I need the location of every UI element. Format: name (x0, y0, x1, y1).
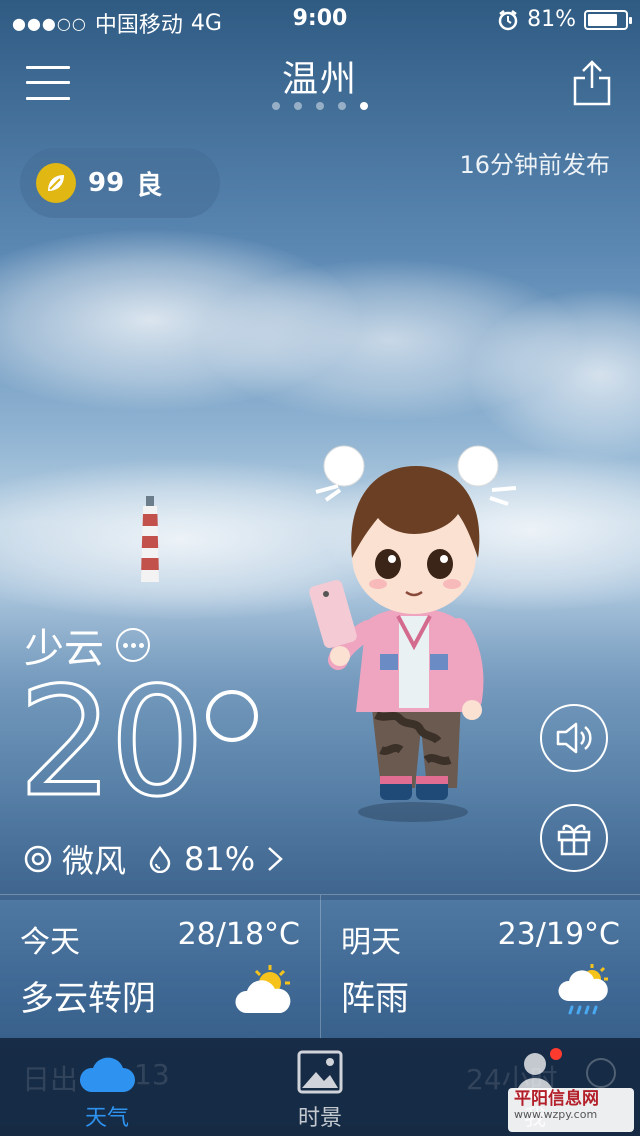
gift-icon (557, 824, 591, 856)
cloud-icon (79, 1057, 135, 1092)
aqi-level: 良 (136, 170, 163, 201)
aqi-value: 99 (88, 168, 125, 198)
temperature-value: 20 (17, 656, 207, 830)
lighthouse-illustration (141, 496, 159, 582)
forecast-panel: 今天 28/18°C 多云转阴 明天 23/19°C 阵雨 (0, 894, 640, 1039)
forecast-temp-range: 23/19°C (497, 917, 620, 952)
watermark-name: 平阳信息网 (514, 1089, 599, 1109)
forecast-day: 明天 (341, 925, 401, 960)
page-dot[interactable] (360, 102, 368, 110)
mascot-illustration (309, 445, 517, 822)
wind-icon (24, 845, 52, 873)
share-button[interactable] (572, 58, 612, 108)
watermark-logo: 平阳信息网 www.wzpy.com (508, 1088, 634, 1132)
page-indicator[interactable] (0, 102, 640, 110)
status-bar: ●●●○○ 中国移动 4G 9:00 81% (0, 0, 640, 40)
chevron-right-icon (268, 847, 283, 871)
tab-label: 时景 (297, 1106, 342, 1131)
city-title[interactable]: 温州 (0, 50, 640, 102)
degree-symbol (206, 690, 258, 742)
watermark-url: www.wzpy.com (514, 1107, 598, 1121)
tab-label: 天气 (84, 1106, 129, 1131)
weather-screen: ●●●○○ 中国移动 4G 9:00 81% 温州 16分钟前发布 99 良 少… (0, 0, 640, 1136)
gift-button[interactable] (540, 804, 608, 872)
temperature: 20 (17, 667, 207, 820)
page-dot[interactable] (272, 102, 280, 110)
tab-weather[interactable]: 天气 (52, 1038, 162, 1136)
humidity-icon (149, 845, 171, 873)
publish-time: 16分钟前发布 (459, 151, 610, 179)
forecast-description: 阵雨 (341, 979, 409, 1019)
page-dot[interactable] (316, 102, 324, 110)
partly-cloudy-icon (235, 965, 291, 1013)
battery-fill (588, 13, 618, 26)
tab-scenery[interactable]: 时景 (265, 1038, 375, 1136)
forecast-today[interactable]: 今天 28/18°C 多云转阴 (0, 895, 320, 1039)
page-dot[interactable] (338, 102, 346, 110)
wind-humidity-row[interactable]: 微风 81% (24, 836, 285, 882)
air-quality-badge[interactable]: 99 良 (20, 148, 220, 218)
forecast-tomorrow[interactable]: 明天 23/19°C 阵雨 (320, 895, 640, 1039)
voice-broadcast-button[interactable] (540, 704, 608, 772)
battery-icon (584, 9, 632, 30)
battery-percent: 81% (527, 7, 576, 32)
leaf-icon (36, 163, 76, 203)
humidity-text: 81% (184, 840, 256, 878)
forecast-description: 多云转阴 (20, 979, 156, 1019)
shower-icon (558, 964, 608, 1015)
speaker-icon (556, 722, 592, 754)
wind-text: 微风 (62, 842, 127, 880)
alarm-icon (498, 9, 518, 30)
forecast-temp-range: 28/18°C (177, 917, 300, 952)
forecast-day: 今天 (20, 925, 80, 960)
page-dot[interactable] (294, 102, 302, 110)
share-icon (573, 60, 611, 106)
chevron-down-icon (586, 1058, 616, 1088)
photo-icon (297, 1050, 343, 1094)
